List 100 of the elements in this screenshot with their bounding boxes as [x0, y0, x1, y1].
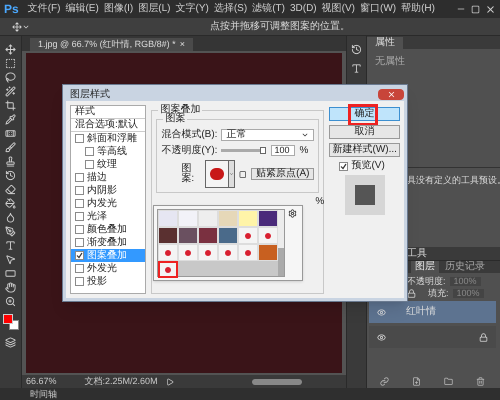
checkbox[interactable] — [75, 225, 84, 234]
style-label: 颜色叠加 — [87, 224, 127, 234]
menu-item[interactable]: 3D(D) — [290, 4, 317, 14]
pointer-tool-icon[interactable] — [5, 254, 16, 265]
mask-mode-icon[interactable] — [5, 337, 16, 348]
history-icon[interactable] — [351, 44, 362, 55]
bucket-tool-icon[interactable] — [5, 198, 16, 209]
leaf-thumbnail — [245, 232, 252, 238]
link-icon[interactable] — [380, 377, 390, 386]
dialog-button[interactable]: 新建样式(W)... — [329, 143, 400, 157]
checkbox[interactable] — [75, 199, 84, 208]
panel-tab[interactable]: 历史记录 — [441, 261, 489, 273]
crop-tool-icon[interactable] — [5, 100, 16, 111]
eyedropper-tool-icon[interactable] — [5, 114, 16, 125]
style-list-item[interactable]: 外发光 — [71, 262, 146, 275]
style-list-item[interactable]: 描边 — [71, 171, 146, 184]
wand-tool-icon[interactable] — [5, 86, 16, 97]
character-icon[interactable] — [351, 63, 362, 74]
slider-thumb[interactable] — [260, 147, 266, 154]
menu-item[interactable]: 图像(I) — [104, 4, 134, 14]
new-layer-icon[interactable] — [412, 377, 422, 386]
checkbox[interactable] — [75, 134, 84, 143]
maximize-icon[interactable] — [471, 4, 480, 14]
checkbox[interactable] — [75, 212, 84, 221]
style-label: 图案叠加 — [87, 250, 127, 260]
style-list-item[interactable]: 等高线 — [71, 145, 146, 158]
eraser-tool-icon[interactable] — [5, 184, 16, 195]
menu-item[interactable]: 帮助(H) — [401, 4, 435, 14]
panel-tab[interactable]: 属性 — [367, 37, 403, 49]
new-preset-icon[interactable] — [239, 170, 248, 178]
blend-mode-dropdown[interactable]: 正常 — [221, 129, 314, 141]
bandage-tool-icon[interactable] — [5, 128, 16, 139]
hint-text: 点按并拖移可调整图案的位置。 — [210, 22, 350, 32]
layer-row[interactable]: 红叶情 — [369, 301, 496, 323]
trash-icon[interactable] — [476, 377, 485, 386]
menu-item[interactable]: 编辑(E) — [65, 4, 99, 14]
menu-item[interactable]: 视图(V) — [322, 4, 355, 14]
eye-icon[interactable] — [377, 332, 386, 342]
menu-item[interactable]: 窗口(W) — [360, 4, 396, 14]
style-list-item[interactable]: 光泽 — [71, 210, 146, 223]
checkbox[interactable] — [75, 251, 84, 260]
checkbox[interactable] — [75, 264, 84, 273]
style-label: 纹理 — [97, 160, 117, 170]
style-list-header: 样式 — [71, 106, 146, 119]
style-list-item[interactable]: 纹理 — [71, 158, 146, 171]
close-icon[interactable] — [485, 4, 496, 14]
style-list-item[interactable]: 投影 — [71, 275, 146, 288]
checkbox[interactable] — [75, 173, 84, 182]
group-title: 图案 — [163, 114, 188, 124]
style-list-item[interactable]: 混合选项:默认 — [71, 119, 146, 132]
pen-tool-icon[interactable] — [5, 226, 16, 237]
scrollbar-thumb[interactable] — [252, 378, 302, 384]
type-tool-icon[interactable] — [5, 240, 16, 251]
pattern-picker-swatch[interactable] — [204, 160, 236, 188]
panel-message: 无属性 — [375, 56, 405, 67]
play-icon[interactable] — [166, 378, 174, 386]
opacity-slider[interactable] — [221, 149, 264, 152]
document-tab[interactable]: 1.jpg @ 66.7% (红叶情, RGB/8#) * × — [30, 38, 193, 51]
pattern-swatch[interactable] — [158, 261, 178, 278]
eye-icon[interactable] — [377, 308, 386, 316]
menu-item[interactable]: 滤镜(T) — [252, 4, 285, 14]
menu-item[interactable]: 文件(F) — [28, 4, 60, 14]
dialog-button[interactable]: 取消 — [329, 125, 400, 139]
panel-tab[interactable]: 图层 — [411, 261, 439, 273]
menu-item[interactable]: 图层(L) — [138, 4, 170, 14]
lasso-tool-icon[interactable] — [5, 72, 16, 83]
menu-item[interactable]: 选择(S) — [214, 4, 248, 14]
panel-message: 具没有定义的工具预设。 — [407, 175, 500, 185]
foreground-color-swatch[interactable] — [2, 314, 12, 324]
lock-icon[interactable] — [407, 289, 416, 298]
brush-tool-icon[interactable] — [5, 142, 16, 153]
checkbox[interactable] — [85, 147, 94, 156]
droplet-tool-icon[interactable] — [5, 212, 16, 223]
folder-icon[interactable] — [444, 377, 453, 386]
style-list-item[interactable]: 内阴影 — [71, 184, 146, 197]
hand-tool-icon[interactable] — [5, 282, 16, 293]
checkbox[interactable] — [75, 186, 84, 195]
timeline-tab[interactable]: 时间轴 — [30, 390, 57, 398]
style-list-item[interactable]: 颜色叠加 — [71, 223, 146, 236]
snap-to-origin-button[interactable]: 贴紧原点(A) — [251, 168, 314, 180]
zoom-tool-icon[interactable] — [5, 296, 16, 307]
stamp-tool-icon[interactable] — [5, 156, 16, 167]
checkbox[interactable] — [75, 238, 84, 247]
style-list-item[interactable]: 渐变叠加 — [71, 236, 146, 249]
settings-icon[interactable] — [288, 209, 298, 218]
style-list-item[interactable]: 斜面和浮雕 — [71, 132, 146, 145]
close-button[interactable] — [378, 89, 404, 100]
history-brush-icon[interactable] — [5, 170, 16, 181]
tab-close[interactable]: × — [180, 40, 185, 49]
move-tool-icon[interactable] — [5, 44, 16, 55]
rectangle-tool-icon[interactable] — [5, 268, 16, 279]
menu-item[interactable]: 文字(Y) — [176, 4, 209, 14]
style-list-item[interactable]: 内发光 — [71, 197, 146, 210]
move-tool-icon[interactable] — [12, 22, 22, 32]
checkbox[interactable] — [339, 162, 348, 170]
opacity-field[interactable]: 100 — [271, 145, 296, 156]
scrollbar[interactable] — [278, 210, 284, 276]
checkbox[interactable] — [85, 160, 94, 169]
marquee-tool-icon[interactable] — [5, 58, 16, 69]
checkbox[interactable] — [75, 277, 84, 286]
